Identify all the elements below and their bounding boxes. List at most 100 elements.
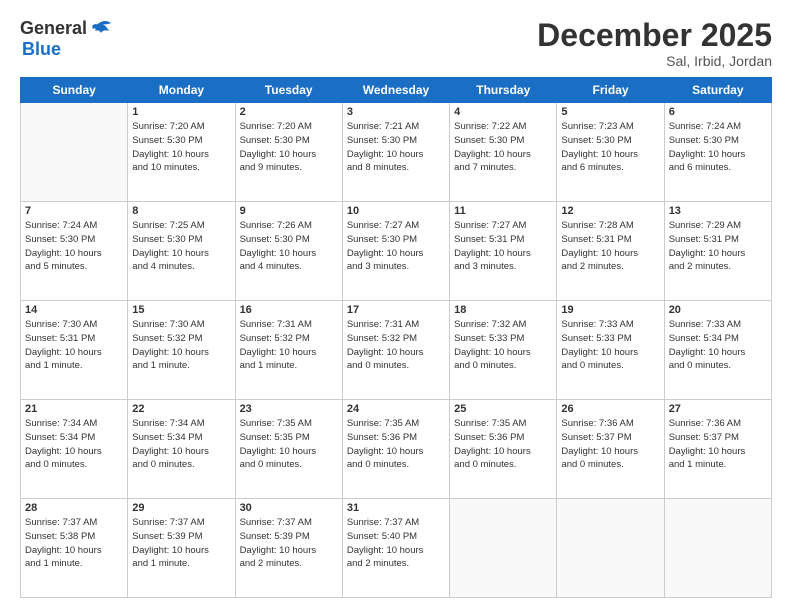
day-info: Sunrise: 7:28 AM Sunset: 5:31 PM Dayligh… (561, 219, 659, 274)
day-info: Sunrise: 7:34 AM Sunset: 5:34 PM Dayligh… (132, 417, 230, 472)
table-row: 24 Sunrise: 7:35 AM Sunset: 5:36 PM Dayli… (342, 400, 449, 499)
day-info: Sunrise: 7:31 AM Sunset: 5:32 PM Dayligh… (347, 318, 445, 373)
calendar-week-row: 1 Sunrise: 7:20 AM Sunset: 5:30 PM Daylig… (21, 103, 772, 202)
day-info: Sunrise: 7:37 AM Sunset: 5:38 PM Dayligh… (25, 516, 123, 571)
header: General Blue December 2025 Sal, Irbid, J… (20, 18, 772, 69)
calendar-week-row: 7Sunrise: 7:24 AM Sunset: 5:30 PM Daylig… (21, 202, 772, 301)
table-row: 30 Sunrise: 7:37 AM Sunset: 5:39 PM Dayli… (235, 499, 342, 598)
day-info: Sunrise: 7:37 AM Sunset: 5:39 PM Dayligh… (132, 516, 230, 571)
day-info: Sunrise: 7:31 AM Sunset: 5:32 PM Dayligh… (240, 318, 338, 373)
calendar-table: Sunday Monday Tuesday Wednesday Thursday… (20, 77, 772, 598)
day-info: Sunrise: 7:30 AM Sunset: 5:32 PM Dayligh… (132, 318, 230, 373)
table-row: 3 Sunrise: 7:21 AM Sunset: 5:30 PM Daylig… (342, 103, 449, 202)
day-info: Sunrise: 7:35 AM Sunset: 5:36 PM Dayligh… (347, 417, 445, 472)
table-row: 9 Sunrise: 7:26 AM Sunset: 5:30 PM Daylig… (235, 202, 342, 301)
day-info: Sunrise: 7:23 AM Sunset: 5:30 PM Dayligh… (561, 120, 659, 175)
table-row: 12Sunrise: 7:28 AM Sunset: 5:31 PM Dayli… (557, 202, 664, 301)
day-number: 13 (669, 205, 767, 217)
day-info: Sunrise: 7:32 AM Sunset: 5:33 PM Dayligh… (454, 318, 552, 373)
logo-general: General (20, 18, 87, 39)
calendar-week-row: 28 Sunrise: 7:37 AM Sunset: 5:38 PM Dayli… (21, 499, 772, 598)
day-info: Sunrise: 7:27 AM Sunset: 5:31 PM Dayligh… (454, 219, 552, 274)
table-row: 1Sunrise: 7:20 AM Sunset: 5:30 PM Daylig… (128, 103, 235, 202)
day-number: 4 (454, 106, 552, 118)
day-number: 9 (240, 205, 338, 217)
table-row: 5Sunrise: 7:23 AM Sunset: 5:30 PM Daylig… (557, 103, 664, 202)
table-row (21, 103, 128, 202)
day-info: Sunrise: 7:22 AM Sunset: 5:30 PM Dayligh… (454, 120, 552, 175)
day-number: 10 (347, 205, 445, 217)
day-info: Sunrise: 7:33 AM Sunset: 5:33 PM Dayligh… (561, 318, 659, 373)
day-number: 17 (347, 304, 445, 316)
table-row: 17 Sunrise: 7:31 AM Sunset: 5:32 PM Dayli… (342, 301, 449, 400)
day-info: Sunrise: 7:36 AM Sunset: 5:37 PM Dayligh… (669, 417, 767, 472)
day-info: Sunrise: 7:37 AM Sunset: 5:40 PM Dayligh… (347, 516, 445, 571)
calendar-subtitle: Sal, Irbid, Jordan (537, 53, 772, 69)
day-info: Sunrise: 7:24 AM Sunset: 5:30 PM Dayligh… (25, 219, 123, 274)
table-row: 27 Sunrise: 7:36 AM Sunset: 5:37 PM Dayli… (664, 400, 771, 499)
day-number: 15 (132, 304, 230, 316)
table-row: 26Sunrise: 7:36 AM Sunset: 5:37 PM Dayli… (557, 400, 664, 499)
col-tuesday: Tuesday (235, 78, 342, 103)
calendar-title: December 2025 (537, 18, 772, 53)
day-number: 25 (454, 403, 552, 415)
day-number: 22 (132, 403, 230, 415)
day-info: Sunrise: 7:27 AM Sunset: 5:30 PM Dayligh… (347, 219, 445, 274)
day-info: Sunrise: 7:20 AM Sunset: 5:30 PM Dayligh… (240, 120, 338, 175)
day-number: 3 (347, 106, 445, 118)
logo-blue: Blue (22, 39, 61, 60)
day-number: 28 (25, 502, 123, 514)
day-number: 27 (669, 403, 767, 415)
day-info: Sunrise: 7:35 AM Sunset: 5:35 PM Dayligh… (240, 417, 338, 472)
table-row: 21Sunrise: 7:34 AM Sunset: 5:34 PM Dayli… (21, 400, 128, 499)
day-number: 31 (347, 502, 445, 514)
calendar-header-row: Sunday Monday Tuesday Wednesday Thursday… (21, 78, 772, 103)
day-number: 21 (25, 403, 123, 415)
col-saturday: Saturday (664, 78, 771, 103)
table-row: 2 Sunrise: 7:20 AM Sunset: 5:30 PM Daylig… (235, 103, 342, 202)
col-monday: Monday (128, 78, 235, 103)
day-info: Sunrise: 7:33 AM Sunset: 5:34 PM Dayligh… (669, 318, 767, 373)
logo: General Blue (20, 18, 111, 60)
day-number: 1 (132, 106, 230, 118)
table-row: 29 Sunrise: 7:37 AM Sunset: 5:39 PM Dayli… (128, 499, 235, 598)
day-number: 26 (561, 403, 659, 415)
title-block: December 2025 Sal, Irbid, Jordan (537, 18, 772, 69)
col-friday: Friday (557, 78, 664, 103)
day-info: Sunrise: 7:30 AM Sunset: 5:31 PM Dayligh… (25, 318, 123, 373)
day-info: Sunrise: 7:37 AM Sunset: 5:39 PM Dayligh… (240, 516, 338, 571)
day-info: Sunrise: 7:35 AM Sunset: 5:36 PM Dayligh… (454, 417, 552, 472)
day-number: 2 (240, 106, 338, 118)
table-row: 14 Sunrise: 7:30 AM Sunset: 5:31 PM Dayli… (21, 301, 128, 400)
day-number: 29 (132, 502, 230, 514)
table-row: 19Sunrise: 7:33 AM Sunset: 5:33 PM Dayli… (557, 301, 664, 400)
table-row: 7Sunrise: 7:24 AM Sunset: 5:30 PM Daylig… (21, 202, 128, 301)
day-number: 8 (132, 205, 230, 217)
day-info: Sunrise: 7:26 AM Sunset: 5:30 PM Dayligh… (240, 219, 338, 274)
table-row: 15 Sunrise: 7:30 AM Sunset: 5:32 PM Dayli… (128, 301, 235, 400)
day-number: 24 (347, 403, 445, 415)
day-number: 14 (25, 304, 123, 316)
day-info: Sunrise: 7:21 AM Sunset: 5:30 PM Dayligh… (347, 120, 445, 175)
day-number: 11 (454, 205, 552, 217)
table-row: 16Sunrise: 7:31 AM Sunset: 5:32 PM Dayli… (235, 301, 342, 400)
day-info: Sunrise: 7:24 AM Sunset: 5:30 PM Dayligh… (669, 120, 767, 175)
table-row: 10 Sunrise: 7:27 AM Sunset: 5:30 PM Dayli… (342, 202, 449, 301)
day-number: 18 (454, 304, 552, 316)
calendar-week-row: 14 Sunrise: 7:30 AM Sunset: 5:31 PM Dayli… (21, 301, 772, 400)
col-wednesday: Wednesday (342, 78, 449, 103)
table-row: 22 Sunrise: 7:34 AM Sunset: 5:34 PM Dayli… (128, 400, 235, 499)
logo-bird-icon (89, 19, 111, 39)
day-number: 30 (240, 502, 338, 514)
page: General Blue December 2025 Sal, Irbid, J… (0, 0, 792, 612)
day-number: 6 (669, 106, 767, 118)
day-info: Sunrise: 7:25 AM Sunset: 5:30 PM Dayligh… (132, 219, 230, 274)
table-row: 8 Sunrise: 7:25 AM Sunset: 5:30 PM Daylig… (128, 202, 235, 301)
col-sunday: Sunday (21, 78, 128, 103)
table-row: 25 Sunrise: 7:35 AM Sunset: 5:36 PM Dayli… (450, 400, 557, 499)
table-row: 28 Sunrise: 7:37 AM Sunset: 5:38 PM Dayli… (21, 499, 128, 598)
table-row: 4 Sunrise: 7:22 AM Sunset: 5:30 PM Daylig… (450, 103, 557, 202)
day-number: 23 (240, 403, 338, 415)
day-number: 20 (669, 304, 767, 316)
table-row: 11 Sunrise: 7:27 AM Sunset: 5:31 PM Dayli… (450, 202, 557, 301)
